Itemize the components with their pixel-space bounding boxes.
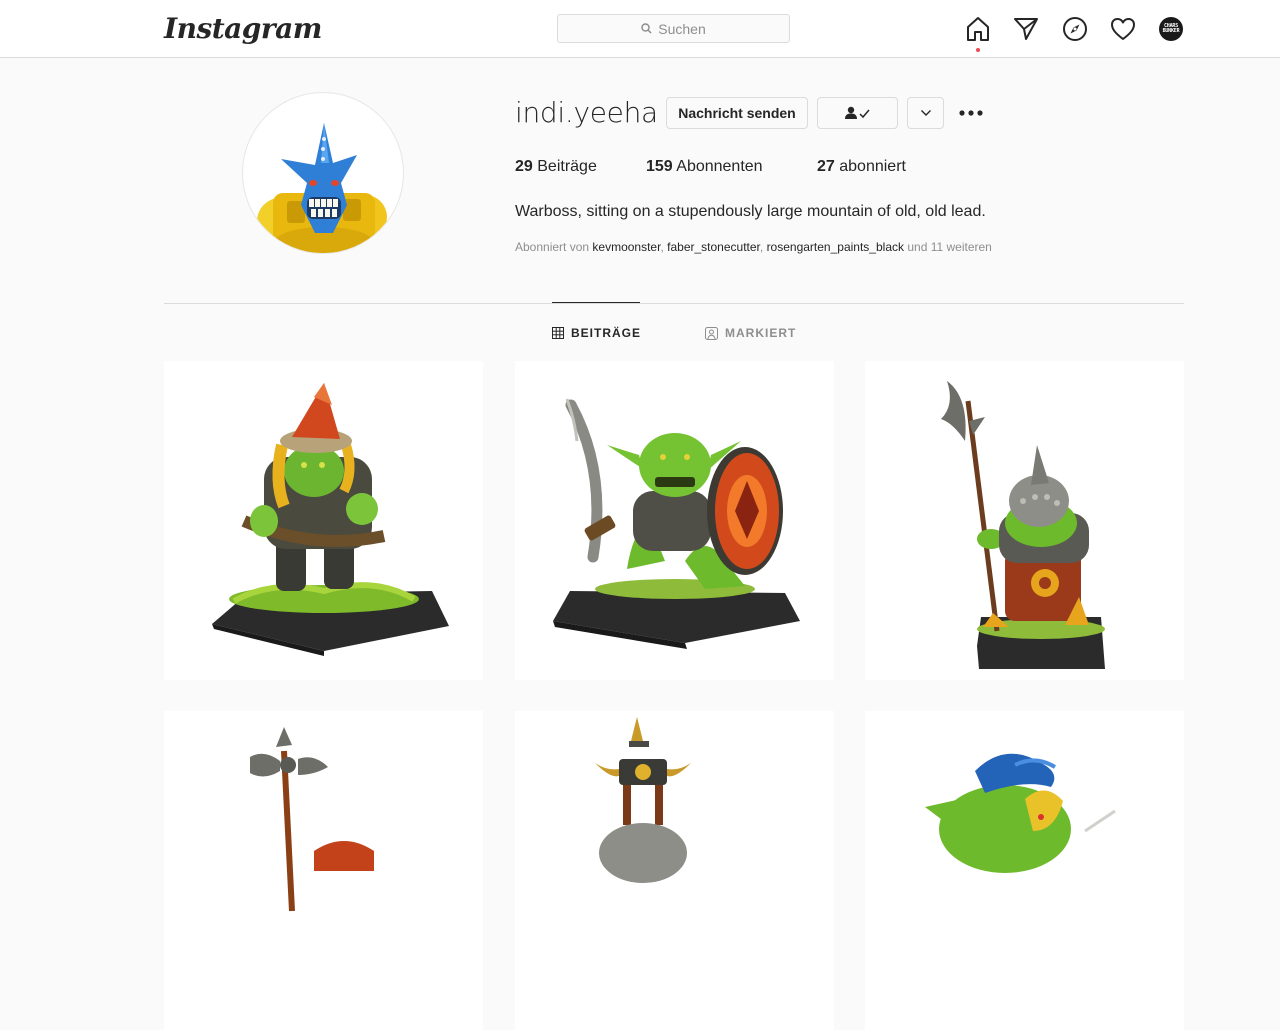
followed-by-user[interactable]: rosengarten_paints_black (767, 240, 904, 254)
more-options-icon[interactable] (958, 104, 984, 122)
profile-bio: Warboss, sitting on a stupendously large… (515, 203, 986, 220)
following-button[interactable] (817, 97, 898, 129)
followed-by-suffix[interactable]: und 11 weiteren (907, 240, 992, 254)
direct-message-icon[interactable] (1013, 16, 1039, 42)
followed-by-user[interactable]: kevmoonster (592, 240, 660, 254)
post-thumbnail[interactable] (164, 361, 483, 680)
profile-username: indi.yeeha (515, 96, 658, 129)
search-placeholder: Suchen (658, 20, 706, 37)
tab-posts[interactable]: BEITRÄGE (552, 326, 641, 340)
profile-avatar[interactable] (242, 92, 404, 254)
followers-label: Abonnenten (676, 158, 763, 175)
post-thumbnail[interactable] (515, 361, 834, 680)
followed-by-prefix: Abonniert von (515, 240, 590, 254)
profile-avatar-icon[interactable]: CHARS BUNKER (1159, 17, 1185, 43)
instagram-logo[interactable]: Instagram (164, 12, 322, 45)
explore-icon[interactable] (1062, 16, 1088, 42)
post-thumbnail[interactable] (865, 711, 1184, 1030)
search-icon (641, 23, 652, 34)
posts-label: Beiträge (537, 158, 597, 175)
grid-icon (552, 327, 564, 339)
post-thumbnail[interactable] (515, 711, 834, 1030)
tabs-divider (164, 303, 1184, 304)
chevron-down-icon (920, 110, 931, 116)
tagged-user-icon (705, 326, 718, 340)
suggestions-dropdown-button[interactable] (907, 97, 944, 129)
tab-posts-label: BEITRÄGE (571, 326, 642, 340)
user-check-icon (844, 106, 870, 119)
followed-by-user[interactable]: faber_stonecutter (667, 240, 760, 254)
top-navigation-bar: Instagram Suchen CHARS BUNKER (0, 0, 1280, 58)
tab-tagged[interactable]: MARKIERT (705, 326, 796, 340)
followers-count: 159 (646, 158, 673, 175)
home-icon[interactable] (965, 16, 991, 52)
posts-count: 29 (515, 158, 533, 175)
following-count: 27 (817, 158, 835, 175)
active-tab-indicator (552, 302, 640, 303)
followers-stat[interactable]: 159 Abonnenten (646, 158, 763, 176)
activity-heart-icon[interactable] (1110, 16, 1136, 42)
following-stat[interactable]: 27 abonniert (817, 158, 906, 176)
followed-by-line: Abonniert von kevmoonster, faber_stonecu… (515, 240, 992, 254)
nav-avatar: CHARS BUNKER (1159, 17, 1183, 41)
post-thumbnail[interactable] (865, 361, 1184, 680)
tab-tagged-label: MARKIERT (725, 326, 797, 340)
following-label: abonniert (839, 158, 906, 175)
posts-stat: 29 Beiträge (515, 158, 597, 176)
post-thumbnail[interactable] (164, 711, 483, 1030)
send-message-button[interactable]: Nachricht senden (666, 97, 808, 129)
notification-dot (976, 48, 980, 52)
search-input[interactable]: Suchen (557, 14, 790, 43)
